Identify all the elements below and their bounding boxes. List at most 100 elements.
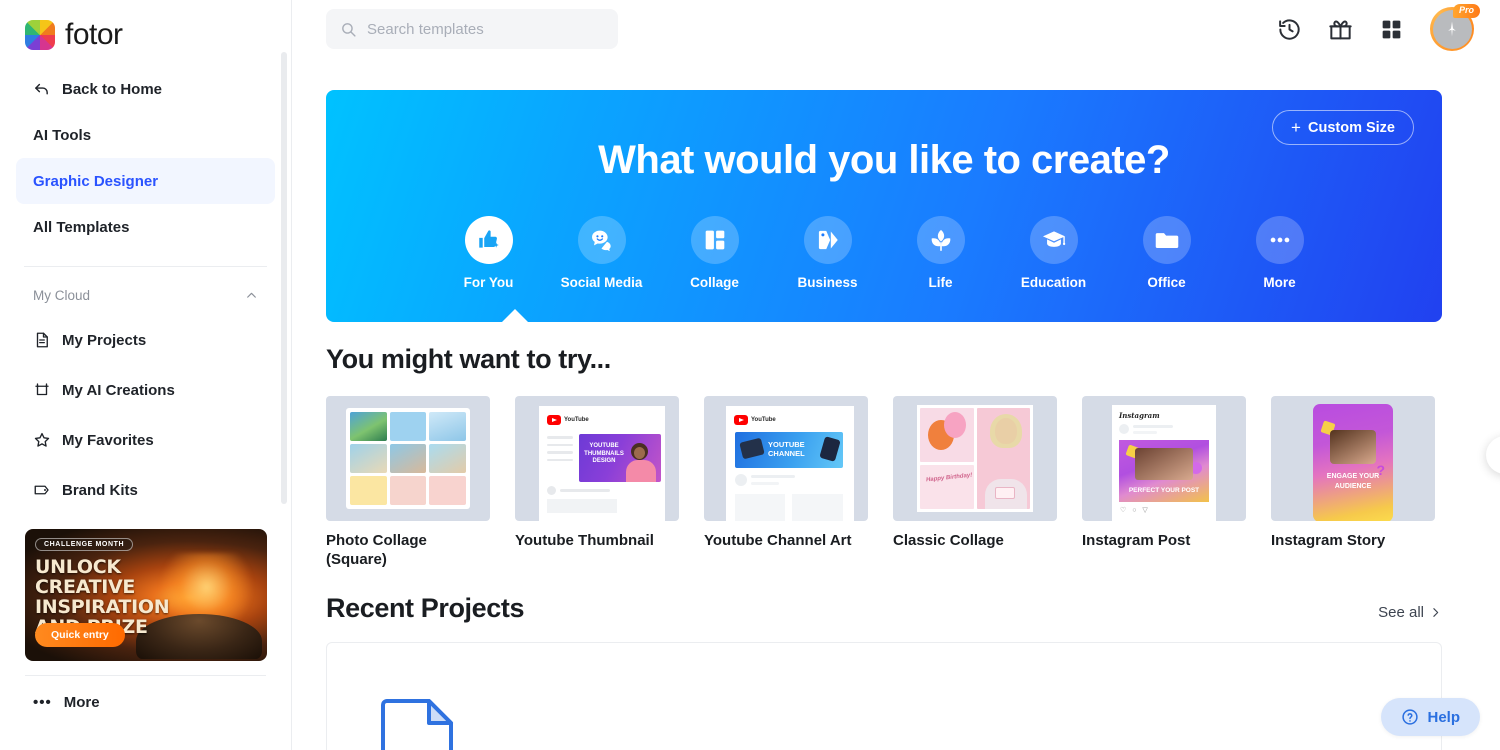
ellipsis-horizontal-icon: ••• (33, 693, 52, 711)
promo-quick-entry-button[interactable]: Quick entry (35, 623, 125, 647)
main-content: Search templates Pro + Custom Size What … (292, 0, 1500, 750)
see-all-button[interactable]: See all (1378, 604, 1442, 621)
template-card-label: Youtube Channel Art (704, 532, 852, 549)
recent-projects-header: Recent Projects See all (326, 593, 1442, 624)
category-more[interactable]: More (1223, 216, 1336, 290)
sidebar-item-brand-kits[interactable]: Brand Kits (16, 465, 275, 515)
template-card-instagram-story[interactable]: ? ENGAGE YOUR AUDIENCE Instagram Story (1271, 396, 1435, 569)
instagram-wordmark: Instagram (1119, 411, 1160, 420)
template-thumbnail: YouTube YOUTUBE THUMBNAILS DESIGN (515, 396, 679, 521)
carousel-next-button[interactable] (1486, 436, 1500, 474)
category-life[interactable]: Life (884, 216, 997, 290)
help-button[interactable]: Help (1381, 698, 1480, 736)
category-label: Collage (690, 275, 739, 290)
template-card-photo-collage[interactable]: Photo Collage (Square) (326, 396, 490, 569)
folder-icon (1142, 216, 1191, 264)
graduation-cap-icon (1029, 216, 1078, 264)
sidebar: fotor Back to Home AI Tools Graphic Desi… (0, 0, 292, 750)
sidebar-item-label: More (63, 693, 100, 711)
category-for-you[interactable]: For You (432, 216, 545, 290)
fotor-app-window: fotor Back to Home AI Tools Graphic Desi… (0, 0, 1500, 750)
sidebar-divider (24, 266, 267, 267)
top-bar: Search templates Pro (292, 0, 1500, 58)
sidebar-item-label: AI Tools (33, 126, 92, 144)
ellipsis-icon (1255, 216, 1304, 264)
see-all-label: See all (1378, 604, 1424, 621)
ai-frame-icon (35, 383, 49, 396)
category-social-media[interactable]: Social Media (545, 216, 658, 290)
help-label: Help (1427, 708, 1460, 726)
classic-collage-art: Happy Birthday! (917, 405, 1033, 512)
sidebar-item-my-projects[interactable]: My Projects (16, 315, 275, 365)
brand-name: fotor (65, 18, 123, 51)
template-thumbnail: Instagram PERFECT YOUR POST ♡ ○ ▽ (1082, 396, 1246, 521)
brand-logo[interactable]: fotor (0, 0, 291, 58)
sidebar-item-label: My AI Creations (62, 381, 175, 399)
recent-projects-panel (326, 642, 1442, 750)
sidebar-item-label: Brand Kits (62, 481, 138, 499)
sidebar-item-label: My Projects (62, 331, 147, 349)
youtube-channel-art-art: YouTube YOUTUBE CHANNEL (726, 406, 854, 521)
category-label: Business (797, 275, 858, 290)
template-card-label: Photo Collage (Square) (326, 532, 427, 568)
sidebar-item-more[interactable]: ••• More (16, 680, 275, 724)
promo-banner[interactable]: CHALLENGE MONTH UNLOCK CREATIVE INSPIRAT… (25, 529, 267, 661)
category-education[interactable]: Education (997, 216, 1110, 290)
sidebar-item-my-ai-creations[interactable]: My AI Creations (16, 365, 275, 415)
ig-post-text: PERFECT YOUR POST (1128, 487, 1200, 494)
sidebar-item-my-favorites[interactable]: My Favorites (16, 415, 275, 465)
category-office[interactable]: Office (1110, 216, 1223, 290)
search-placeholder: Search templates (367, 20, 484, 38)
template-thumbnail: YouTube YOUTUBE CHANNEL (704, 396, 868, 521)
template-thumbnail: Happy Birthday! (893, 396, 1057, 521)
promo-tag-label: CHALLENGE MONTH (35, 538, 134, 551)
search-icon (342, 22, 356, 37)
template-card-youtube-channel-art[interactable]: YouTube YOUTUBE CHANNEL Youtube Channel … (704, 396, 868, 569)
chevron-up-icon[interactable] (245, 289, 258, 302)
sidebar-item-all-templates[interactable]: All Templates (16, 204, 275, 250)
plus-icon: + (1291, 118, 1301, 137)
avatar[interactable]: Pro (1430, 4, 1480, 51)
sidebar-section-label: My Cloud (33, 287, 91, 303)
sidebar-item-label: Graphic Designer (33, 172, 159, 190)
template-card-label: Youtube Thumbnail (515, 532, 654, 549)
sidebar-scroll-area: Back to Home AI Tools Graphic Designer A… (0, 58, 291, 750)
thumbs-up-sparkle-icon (464, 216, 513, 264)
category-collage[interactable]: Collage (658, 216, 771, 290)
instagram-post-art: Instagram PERFECT YOUR POST ♡ ○ ▽ (1112, 405, 1216, 521)
category-label: Education (1020, 275, 1087, 290)
template-card-label: Instagram Story (1271, 532, 1386, 549)
template-thumbnail: ? ENGAGE YOUR AUDIENCE (1271, 396, 1435, 521)
template-card-label: Classic Collage (893, 532, 1004, 549)
photo-collage-art (346, 408, 470, 509)
sidebar-item-graphic-designer[interactable]: Graphic Designer (16, 158, 275, 204)
search-input[interactable]: Search templates (326, 9, 618, 49)
sidebar-section-my-cloud[interactable]: My Cloud (0, 275, 291, 315)
back-arrow-icon (35, 83, 48, 94)
history-icon[interactable] (1277, 17, 1302, 42)
template-card-instagram-post[interactable]: Instagram PERFECT YOUR POST ♡ ○ ▽ Instag… (1082, 396, 1246, 569)
flower-icon (916, 216, 965, 264)
category-label: Office (1147, 275, 1186, 290)
sidebar-scrollbar[interactable] (281, 52, 287, 504)
top-bar-actions: Pro (1277, 4, 1480, 51)
youtube-wordmark: YouTube (564, 417, 589, 423)
hero-banner: + Custom Size What would you like to cre… (326, 90, 1442, 322)
category-list: For You Social Media Collage Business Li… (326, 216, 1442, 290)
category-business[interactable]: Business (771, 216, 884, 290)
fotor-color-wheel-logo (25, 20, 55, 50)
template-card-classic-collage[interactable]: Happy Birthday! Classic Collage (893, 396, 1057, 569)
sidebar-item-label: All Templates (33, 218, 130, 236)
grid-apps-icon[interactable] (1379, 17, 1404, 42)
template-card-list: Photo Collage (Square) YouTube YOUTUBE T… (326, 396, 1500, 569)
youtube-thumbnail-art: YouTube YOUTUBE THUMBNAILS DESIGN (539, 406, 665, 521)
yt-banner-text: YOUTUBE THUMBNAILS DESIGN (584, 443, 624, 464)
document-icon (36, 332, 48, 348)
chat-smiley-icon (577, 216, 626, 264)
instagram-story-art: ? ENGAGE YOUR AUDIENCE (1313, 404, 1393, 521)
template-card-youtube-thumbnail[interactable]: YouTube YOUTUBE THUMBNAILS DESIGN Youtub… (515, 396, 679, 569)
sidebar-item-back-to-home[interactable]: Back to Home (16, 66, 275, 112)
sidebar-item-ai-tools[interactable]: AI Tools (16, 112, 275, 158)
blank-document-icon (381, 699, 453, 750)
gift-icon[interactable] (1328, 17, 1353, 42)
